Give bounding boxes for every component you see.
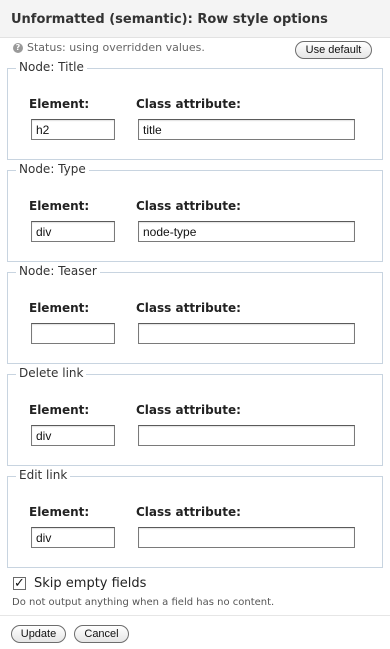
element-input[interactable] (31, 119, 115, 140)
skip-empty-label[interactable]: Skip empty fields (34, 576, 146, 591)
class-attribute-input[interactable] (138, 119, 355, 140)
cancel-button[interactable]: Cancel (74, 625, 129, 643)
fieldset-legend: Edit link (16, 468, 71, 482)
class-attribute-input[interactable] (138, 221, 355, 242)
panel-title: Unformatted (semantic): Row style option… (0, 0, 390, 38)
class-attribute-label: Class attribute: (136, 97, 241, 111)
fieldset-legend: Node: Teaser (16, 264, 100, 278)
class-attribute-label: Class attribute: (136, 301, 241, 315)
fieldset-legend: Node: Title (16, 60, 87, 74)
fieldset-delete-link: Delete link Element: Class attribute: (7, 366, 383, 466)
fieldset-node-title: Node: Title Element: Class attribute: (7, 60, 383, 160)
element-input[interactable] (31, 527, 115, 548)
use-default-button[interactable]: Use default (295, 41, 372, 59)
fieldset-node-teaser: Node: Teaser Element: Class attribute: (7, 264, 383, 364)
fieldset-legend: Delete link (16, 366, 87, 380)
class-attribute-label: Class attribute: (136, 505, 241, 519)
skip-empty-description: Do not output anything when a field has … (12, 597, 275, 608)
element-label: Element: (29, 199, 90, 213)
row-style-options-panel: Unformatted (semantic): Row style option… (0, 0, 390, 649)
skip-empty-checkbox[interactable]: ✓ (13, 577, 26, 590)
class-attribute-input[interactable] (138, 323, 355, 344)
element-label: Element: (29, 505, 90, 519)
fieldset-legend: Node: Type (16, 162, 89, 176)
status-text: Status: using overridden values. (27, 41, 205, 54)
divider (0, 615, 390, 616)
element-input[interactable] (31, 323, 115, 344)
help-icon: ? (13, 43, 23, 53)
class-attribute-input[interactable] (138, 425, 355, 446)
element-label: Element: (29, 97, 90, 111)
element-label: Element: (29, 403, 90, 417)
class-attribute-input[interactable] (138, 527, 355, 548)
element-label: Element: (29, 301, 90, 315)
element-input[interactable] (31, 221, 115, 242)
fieldset-edit-link: Edit link Element: Class attribute: (7, 468, 383, 568)
element-input[interactable] (31, 425, 115, 446)
update-button[interactable]: Update (11, 625, 66, 643)
class-attribute-label: Class attribute: (136, 199, 241, 213)
fieldset-node-type: Node: Type Element: Class attribute: (7, 162, 383, 262)
class-attribute-label: Class attribute: (136, 403, 241, 417)
